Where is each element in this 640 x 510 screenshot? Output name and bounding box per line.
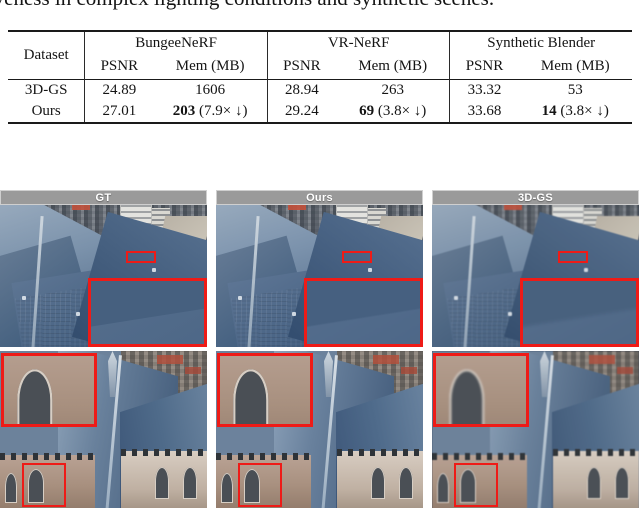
results-table-container: Dataset BungeeNeRF VR-NeRF Synthetic Ble… (8, 30, 632, 127)
panel-row2-3dgs[interactable] (432, 351, 639, 508)
qualitative-comparison-figure: GT Ours 3D-GS (0, 190, 640, 510)
table-header-group-row: Dataset BungeeNeRF VR-NeRF Synthetic Ble… (8, 31, 632, 63)
header-group-vrnerf: VR-NeRF (266, 31, 450, 55)
panel-row1-3dgs[interactable]: 3D-GS (432, 190, 639, 347)
panel-label-text: 3D-GS (517, 191, 554, 204)
header-dataset: Dataset (23, 46, 69, 63)
table-row: 3D-GS 24.89 1606 28.94 263 33.32 53 (8, 79, 632, 101)
header-metric-mem-blender: Mem (MB) (540, 58, 610, 75)
ratio: (7.9× ↓) (199, 102, 248, 119)
header-metric-mem-bungeenerf: Mem (MB) (175, 58, 245, 75)
panel-label-text: Ours (306, 191, 333, 204)
cell-3dgs-vrnerf-psnr: 28.94 (266, 79, 336, 101)
panel-row1-gt[interactable]: GT (0, 190, 207, 347)
table-row: Ours 27.01 203 (7.9× ↓) 29.24 69 (3.8× ↓… (8, 100, 633, 123)
value: 53 (567, 81, 583, 98)
cell-3dgs-vrnerf-mem: 263 (336, 79, 450, 101)
truncated-caption-line: tiveness in complex lighting conditions … (0, 0, 640, 20)
row-method-3dgs: 3D-GS (24, 81, 68, 98)
magnified-inset (433, 353, 529, 427)
header-metric-psnr-bungeenerf: PSNR (84, 55, 154, 79)
header-group-bungeenerf: BungeeNeRF (84, 31, 268, 55)
table-bottom-rule (8, 122, 632, 127)
red-roi-box (558, 251, 588, 263)
value: 203 (172, 102, 196, 119)
cell-ours-vrnerf-mem: 69 (3.8× ↓) (336, 101, 450, 123)
panel-label-banner: Ours (216, 190, 423, 205)
red-roi-box (342, 251, 372, 263)
header-metric-psnr-vrnerf: PSNR (266, 55, 336, 79)
magnified-inset (520, 278, 639, 347)
cell-ours-blender-psnr: 33.68 (449, 100, 519, 123)
cell-ours-bungeenerf-mem: 203 (7.9× ↓) (153, 101, 267, 123)
red-roi-box (22, 463, 66, 507)
cell-3dgs-blender-mem: 53 (519, 79, 633, 101)
red-roi-box (238, 463, 282, 507)
panel-row2-gt[interactable] (0, 351, 207, 508)
value: 263 (381, 81, 404, 98)
value: 1606 (195, 81, 226, 98)
cell-3dgs-bungeenerf-mem: 1606 (153, 79, 267, 101)
value: 69 (359, 102, 375, 119)
value: 14 (541, 102, 557, 119)
results-comparison-table: Dataset BungeeNeRF VR-NeRF Synthetic Ble… (8, 30, 632, 127)
header-metric-mem-vrnerf: Mem (MB) (358, 58, 428, 75)
header-metric-psnr-blender: PSNR (449, 55, 519, 79)
magnified-inset (88, 278, 207, 347)
panel-row1-ours[interactable]: Ours (216, 190, 423, 347)
panel-label-text: GT (95, 191, 112, 204)
red-roi-box (454, 463, 498, 507)
header-group-blender: Synthetic Blender (449, 31, 632, 55)
red-roi-box (126, 251, 156, 263)
table-header-metric-row: PSNR Mem (MB) PSNR Mem (MB) PSNR Mem (MB… (8, 55, 632, 79)
panel-label-banner: GT (0, 190, 207, 205)
comparison-grid: GT Ours 3D-GS (0, 190, 640, 508)
panel-label-banner: 3D-GS (432, 190, 639, 205)
cell-ours-bungeenerf-psnr: 27.01 (84, 100, 154, 123)
magnified-inset (217, 353, 313, 427)
ratio: (3.8× ↓) (560, 102, 609, 119)
panel-row2-ours[interactable] (216, 351, 423, 508)
ratio: (3.8× ↓) (377, 102, 427, 119)
cell-ours-blender-mem: 14 (3.8× ↓) (519, 101, 633, 123)
caption-text: tiveness in complex lighting conditions … (0, 0, 640, 11)
cell-3dgs-blender-psnr: 33.32 (449, 79, 519, 101)
row-method-ours: Ours (31, 102, 61, 119)
magnified-inset (304, 278, 423, 347)
magnified-inset (1, 353, 97, 427)
cell-3dgs-bungeenerf-psnr: 24.89 (84, 79, 154, 101)
cell-ours-vrnerf-psnr: 29.24 (266, 100, 336, 123)
